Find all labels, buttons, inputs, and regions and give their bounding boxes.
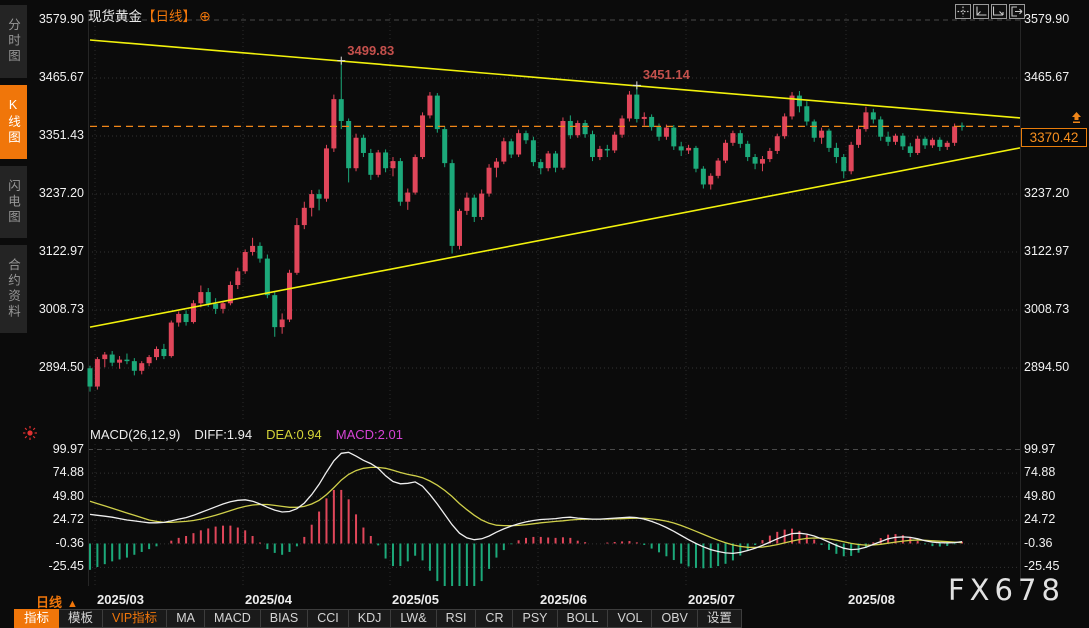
pan-tool-icon[interactable]: [955, 4, 971, 19]
toolbar-tab-cn1[interactable]: 模板: [59, 609, 103, 628]
toolbar-tab-MACD[interactable]: MACD: [205, 609, 261, 628]
toolbar-tab-RSI[interactable]: RSI: [437, 609, 477, 628]
price-axis-label-left: 3351.43: [32, 128, 84, 142]
peak-annotation-1: 3451.14: [643, 67, 690, 82]
date-label: 2025/07: [688, 592, 735, 607]
macd-diff-value: DIFF:1.94: [194, 427, 252, 442]
toolbar-tab-CR[interactable]: CR: [476, 609, 513, 628]
macd-indicator-header: MACD(26,12,9) DIFF:1.94 DEA:0.94 MACD:2.…: [90, 427, 403, 442]
macd-axis-label-left: 49.80: [32, 489, 84, 503]
macd-macd-value: MACD:2.01: [336, 427, 403, 442]
price-axis-label-right: 3465.67: [1024, 70, 1069, 84]
macd-axis-label-left: 99.97: [32, 442, 84, 456]
macd-axis-label-left: -25.45: [32, 559, 84, 573]
macd-axis-label-right: 74.88: [1024, 465, 1055, 479]
sidebar-item-contract-info[interactable]: 合约资料: [0, 245, 27, 333]
app-window: 分时图 K线图 闪电图 合约资料 现货黄金【日线】⊕ 3579.90 3579.9…: [0, 0, 1089, 628]
macd-axis-label-right: 99.97: [1024, 442, 1055, 456]
axis-scale-left-icon[interactable]: [973, 4, 989, 19]
date-label: 2025/03: [97, 592, 144, 607]
price-axis-label-right: 3122.97: [1024, 244, 1069, 258]
price-axis-label-right: 2894.50: [1024, 360, 1069, 374]
alert-blink-icon[interactable]: [22, 425, 38, 446]
price-marker-icon[interactable]: [1070, 111, 1083, 129]
toolbar-tab-VIP[interactable]: VIP指标: [103, 609, 167, 628]
date-label: 2025/08: [848, 592, 895, 607]
chart-tools: [955, 4, 1025, 19]
sidebar-item-kline[interactable]: K线图: [0, 85, 27, 159]
price-axis-label-left: 2894.50: [32, 360, 84, 374]
sidebar-item-timeshare[interactable]: 分时图: [0, 5, 27, 78]
current-price-tag: 3370.42: [1021, 128, 1087, 147]
chart-canvas[interactable]: [0, 0, 1089, 628]
macd-axis-label-right: 49.80: [1024, 489, 1055, 503]
toolbar-tab-BOLL[interactable]: BOLL: [558, 609, 609, 628]
sidebar-item-lightning[interactable]: 闪电图: [0, 166, 27, 239]
macd-formula: MACD(26,12,9): [90, 427, 180, 442]
macd-dea-value: DEA:0.94: [266, 427, 322, 442]
macd-axis-label-right: -0.36: [1024, 536, 1053, 550]
symbol-name: 现货黄金: [88, 9, 142, 24]
price-axis-label-right: 3008.73: [1024, 302, 1069, 316]
price-axis-label-left: 3465.67: [32, 70, 84, 84]
date-label: 2025/05: [392, 592, 439, 607]
indicator-toolbar: 指标模板VIP指标MAMACDBIASCCIKDJLW&RSICRPSYBOLL…: [14, 609, 742, 628]
price-axis-label-left: 3237.20: [32, 186, 84, 200]
price-axis-label-left: 3122.97: [32, 244, 84, 258]
price-axis-label-left: 3008.73: [32, 302, 84, 316]
axis-scale-right-icon[interactable]: [991, 4, 1007, 19]
price-axis-label-right: 3579.90: [1024, 12, 1069, 26]
toolbar-tab-KDJ[interactable]: KDJ: [349, 609, 392, 628]
toolbar-tab-MA[interactable]: MA: [167, 609, 205, 628]
toolbar-tab-PSY[interactable]: PSY: [513, 609, 557, 628]
add-indicator-icon[interactable]: ⊕: [199, 8, 211, 24]
chart-type-sidebar: 分时图 K线图 闪电图 合约资料: [0, 5, 27, 333]
toolbar-tab-OBV[interactable]: OBV: [652, 609, 697, 628]
toolbar-tab-VOL[interactable]: VOL: [608, 609, 652, 628]
toolbar-tab-BIAS[interactable]: BIAS: [261, 609, 309, 628]
date-label: 2025/04: [245, 592, 292, 607]
macd-axis-label-right: 24.72: [1024, 512, 1055, 526]
toolbar-tab-cn0[interactable]: 指标: [14, 609, 59, 628]
chart-title: 现货黄金【日线】⊕: [88, 5, 211, 25]
peak-annotation-0: 3499.83: [347, 43, 394, 58]
toolbar-tab-LW&[interactable]: LW&: [391, 609, 436, 628]
toolbar-tab-cn15[interactable]: 设置: [698, 609, 742, 628]
toolbar-tab-CCI[interactable]: CCI: [308, 609, 349, 628]
period-tag: 【日线】: [142, 9, 196, 24]
price-axis-label-right: 3237.20: [1024, 186, 1069, 200]
macd-axis-label-right: -25.45: [1024, 559, 1059, 573]
macd-axis-label-left: 24.72: [32, 512, 84, 526]
exit-chart-icon[interactable]: [1009, 4, 1025, 19]
date-label: 2025/06: [540, 592, 587, 607]
watermark: FX678: [948, 573, 1065, 607]
price-axis-label-left: 3579.90: [32, 12, 84, 26]
macd-axis-label-left: 74.88: [32, 465, 84, 479]
macd-axis-label-left: -0.36: [32, 536, 84, 550]
